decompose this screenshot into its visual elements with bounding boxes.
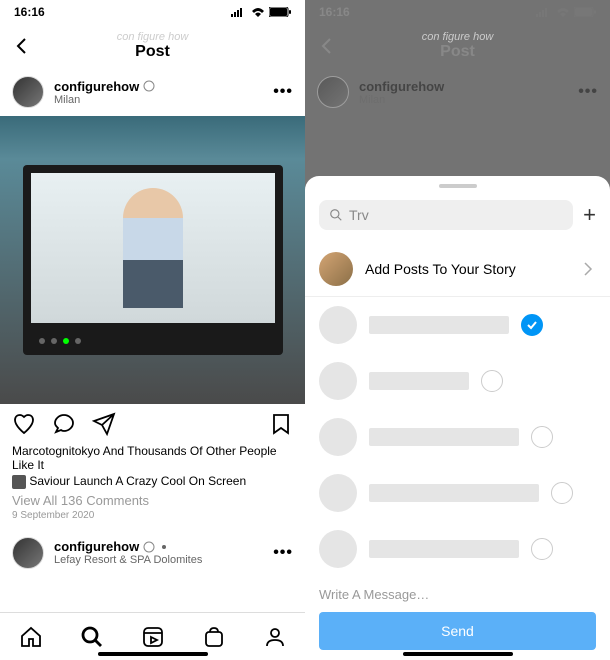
post-header: configurehow Milan ••• [0,68,305,116]
more-button[interactable]: ••• [273,544,293,562]
more-button: ••• [578,83,598,101]
username[interactable]: configurehow [54,79,263,94]
avatar [317,76,349,108]
radio-checked[interactable] [521,314,543,336]
location[interactable]: Milan [54,94,263,106]
location[interactable]: Lefay Resort & SPA Dolomites [54,554,263,566]
share-sheet: Trv + Add Posts To Your Story [305,176,610,660]
add-to-story[interactable]: Add Posts To Your Story [305,242,610,297]
reels-icon[interactable] [141,625,165,649]
post-body: Marcotognitokyo And Thousands Of Other P… [0,444,305,521]
recipient-row[interactable] [305,297,610,353]
search-icon [329,208,343,222]
recipient-name [369,372,469,390]
message-input[interactable]: Write A Message… [305,577,610,612]
caption: Saviour Launch A Crazy Cool On Screen [12,474,293,489]
bookmark-icon[interactable] [269,412,293,436]
profile-icon[interactable] [263,625,287,649]
header: con figure how Post [305,24,610,68]
back-button[interactable] [305,24,349,68]
verified-icon [143,541,155,553]
watermark: con figure how [0,31,305,43]
search-input[interactable]: Trv [319,200,573,230]
status-time: 16:16 [319,5,350,19]
recipient-avatar [319,474,357,512]
signal-icon [231,7,247,17]
chevron-right-icon [580,261,596,277]
story-avatar [319,252,353,286]
dot-icon [159,542,169,552]
wifi-icon [251,7,265,17]
home-indicator[interactable] [98,652,208,656]
comment-icon[interactable] [52,412,76,436]
avatar[interactable] [12,76,44,108]
radio-unchecked[interactable] [531,426,553,448]
home-indicator[interactable] [403,652,513,656]
watermark: con figure how [305,31,610,43]
recipient-row[interactable] [305,465,610,521]
status-bar: 16:16 [0,0,305,24]
header: con figure how Post [0,24,305,68]
signal-icon [536,7,552,17]
verified-icon [143,80,155,92]
more-button[interactable]: ••• [273,83,293,101]
radio-unchecked[interactable] [531,538,553,560]
story-label: Add Posts To Your Story [365,261,568,277]
recipient-row[interactable] [305,521,610,577]
recipient-name [369,484,539,502]
grabber[interactable] [439,184,477,188]
recipient-avatar [319,306,357,344]
left-screen: 16:16 con figure how Post configurehow M… [0,0,305,660]
post-date: 9 September 2020 [12,510,293,521]
radio-unchecked[interactable] [481,370,503,392]
post2-header: configurehow Lefay Resort & SPA Dolomite… [0,529,305,577]
likes-text[interactable]: Marcotognitokyo And Thousands Of Other P… [12,444,293,472]
username[interactable]: configurehow [54,539,263,554]
add-button[interactable]: + [583,202,596,228]
header-title: Post [0,43,305,61]
right-screen: 16:16 con figure how Post configurehow M… [305,0,610,660]
like-icon[interactable] [12,412,36,436]
avatar[interactable] [12,537,44,569]
send-button[interactable]: Send [319,612,596,650]
share-icon[interactable] [92,412,116,436]
recipient-avatar [319,362,357,400]
recipient-name [369,316,509,334]
radio-unchecked[interactable] [551,482,573,504]
recipient-avatar [319,418,357,456]
status-icons [536,7,596,17]
caption-icon [12,475,26,489]
status-time: 16:16 [14,5,45,19]
battery-icon [269,7,291,17]
status-bar: 16:16 [305,0,610,24]
home-icon[interactable] [19,625,43,649]
recipient-row[interactable] [305,409,610,465]
location: Milan [359,94,568,106]
view-comments[interactable]: View All 136 Comments [12,493,293,508]
shop-icon[interactable] [202,625,226,649]
battery-icon [574,7,596,17]
recipient-name [369,540,519,558]
header-title: Post [305,43,610,61]
post-actions [0,404,305,444]
status-icons [231,7,291,17]
post-header: configurehow Milan ••• [305,68,610,116]
username: configurehow [359,79,568,94]
wifi-icon [556,7,570,17]
recipient-name [369,428,519,446]
back-button[interactable] [0,24,44,68]
post-image[interactable] [0,116,305,404]
search-icon[interactable] [80,625,104,649]
recipient-row[interactable] [305,353,610,409]
recipient-avatar [319,530,357,568]
